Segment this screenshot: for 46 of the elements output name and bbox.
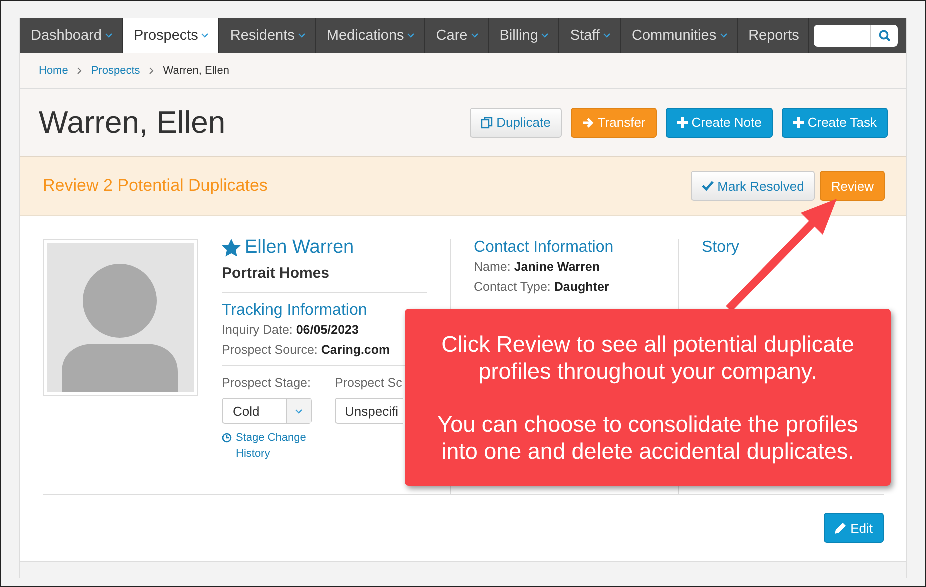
page-title: Warren, Ellen [39, 104, 226, 140]
copy-icon [480, 116, 493, 128]
dropdown[interactable]: Cold [222, 398, 312, 424]
plus-icon [676, 117, 688, 128]
section-title: Tracking Information [222, 302, 368, 320]
caret-icon [541, 33, 550, 38]
chevron-icon [149, 66, 154, 74]
banner-title: Review 2 Potential Duplicates [43, 176, 268, 196]
info-field: Inquiry Date: 06/05/2023 [222, 323, 427, 337]
dropdown[interactable]: Unspecifi [335, 398, 403, 424]
caret-icon [602, 33, 611, 38]
action-button[interactable]: Mark Resolved [690, 171, 816, 201]
info-field: Prospect Source: Caring.com [222, 343, 427, 357]
breadcrumb-link[interactable]: Home [39, 64, 68, 76]
section-title: Story [702, 239, 740, 257]
community-name: Portrait Homes [222, 265, 427, 293]
nav-tab[interactable]: Prospects [122, 18, 220, 53]
caret-icon [720, 33, 728, 38]
search-icon [878, 30, 890, 42]
caret-icon [104, 33, 113, 38]
breadcrumb-current: Warren, Ellen [163, 64, 230, 76]
info-field: Name: Janine Warren [474, 260, 678, 274]
star-icon[interactable] [222, 239, 241, 257]
search-button[interactable] [870, 24, 898, 46]
caret-icon [470, 33, 479, 38]
caret-icon [407, 33, 416, 38]
arrow-icon [582, 116, 594, 128]
chevron-icon [77, 66, 82, 74]
caret-icon [295, 408, 303, 414]
caret-icon [298, 33, 306, 38]
pencil-icon [834, 522, 847, 534]
plus-icon [792, 117, 804, 128]
callout-text: Click Review to see all potential duplicate profiles throughout your company. [440, 330, 856, 384]
breadcrumb-link[interactable]: Prospects [91, 64, 140, 76]
profile-name: Ellen Warren [245, 237, 354, 259]
clock-icon [222, 433, 232, 443]
action-button[interactable]: Duplicate [470, 108, 562, 138]
callout-text: You can choose to consolidate the profiles into one and delete accidental duplicates. [436, 410, 860, 464]
info-field: Contact Type: Daughter [474, 280, 678, 294]
select-label: Prospect Sc [335, 376, 403, 390]
search-field[interactable] [814, 24, 870, 46]
section-title: Contact Information [474, 239, 615, 257]
check-icon [702, 181, 714, 191]
history-link[interactable]: Stage Change History [236, 430, 322, 462]
select-label: Prospect Stage: [222, 376, 312, 390]
caret-icon [201, 33, 210, 38]
